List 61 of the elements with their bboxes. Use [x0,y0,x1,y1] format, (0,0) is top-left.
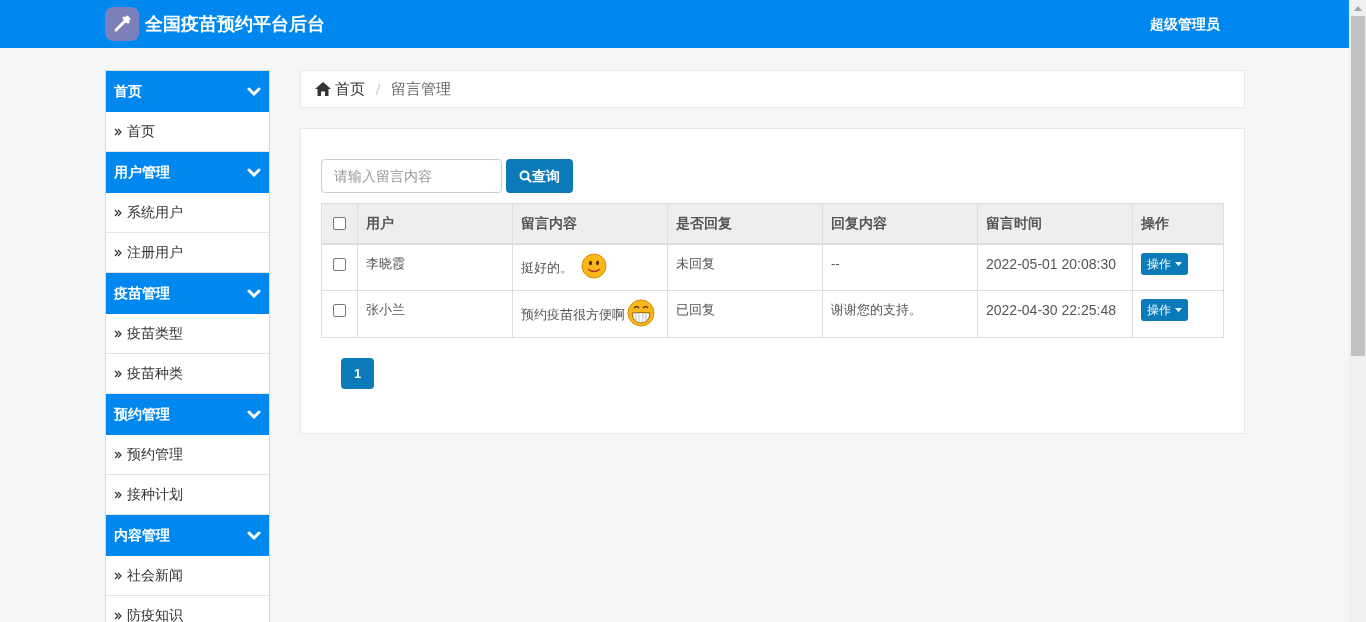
column-header: 留言时间 [977,203,1133,244]
action-dropdown-button[interactable]: 操作 [1141,252,1188,275]
table-cell: 已回复 [667,290,823,338]
column-header: 操作 [1132,203,1224,244]
breadcrumb-link[interactable]: 首页 [335,77,365,101]
table-cell: 谢谢您的支持。 [822,290,978,338]
double-chevron-icon [114,490,122,499]
breadcrumb-separator-icon [375,82,381,96]
sidebar-group-header[interactable]: 首页 [106,71,269,112]
sidebar-item[interactable]: 疫苗类型 [106,314,269,354]
search-button[interactable]: 查询 [506,159,573,193]
checkbox[interactable] [333,257,346,271]
table-cell: 2022-05-01 20:08:30 [977,243,1133,291]
double-chevron-icon [114,248,122,257]
sidebar-item[interactable]: 系统用户 [106,193,269,233]
table-cell-text: 预约疫苗很方便啊 [521,306,625,325]
home-icon [315,82,331,96]
column-header: 是否回复 [667,203,823,244]
sidebar-group-header[interactable]: 用户管理 [106,152,269,193]
double-chevron-icon [114,611,122,620]
checkbox[interactable] [333,216,346,230]
search-icon [519,169,532,183]
scrollbar-thumb[interactable] [1350,16,1365,356]
chevron-down-icon [247,86,261,97]
search-field[interactable]: 请输入留言内容 [321,159,502,193]
double-chevron-icon [114,369,122,378]
table-cell: 李晓霞 [357,243,513,291]
user-name[interactable]: 超级管理员 [1150,13,1220,35]
scroll-up-icon [1353,6,1362,11]
column-header: 留言内容 [512,203,668,244]
table-cell: 2022-04-30 22:25:48 [977,290,1133,338]
chevron-down-icon [247,288,261,299]
sidebar-item[interactable]: 防疫知识 [106,596,269,622]
column-header: 用户 [357,203,513,244]
sidebar-group-header[interactable]: 疫苗管理 [106,273,269,314]
double-chevron-icon [114,450,122,459]
double-chevron-icon [114,329,122,338]
chevron-down-icon [247,409,261,420]
action-dropdown-button[interactable]: 操作 [1141,299,1188,321]
table-cell: 张小兰 [357,290,513,338]
page-button[interactable]: 1 [341,358,374,389]
sidebar-item[interactable]: 社会新闻 [106,556,269,596]
app-title: 全国疫苗预约平台后台 [145,12,325,36]
sidebar-group-header[interactable]: 预约管理 [106,394,269,435]
smiley-face-icon [581,252,607,279]
sidebar-group-header[interactable]: 内容管理 [106,515,269,556]
chevron-down-icon [247,530,261,541]
checkbox[interactable] [333,304,346,317]
double-chevron-icon [114,571,122,580]
caret-icon [1175,308,1182,312]
chevron-down-icon [247,167,261,178]
caret-icon [1175,261,1182,266]
sidebar-item[interactable]: 预约管理 [106,435,269,475]
table-cell: -- [822,243,978,291]
table-cell: 未回复 [667,243,823,291]
double-chevron-icon [114,127,122,136]
column-header: 回复内容 [822,203,978,244]
syringe-logo-icon [105,7,139,41]
grinning-face-icon [627,299,655,327]
double-chevron-icon [114,208,122,217]
table-cell-text: 挺好的。 [521,258,573,277]
